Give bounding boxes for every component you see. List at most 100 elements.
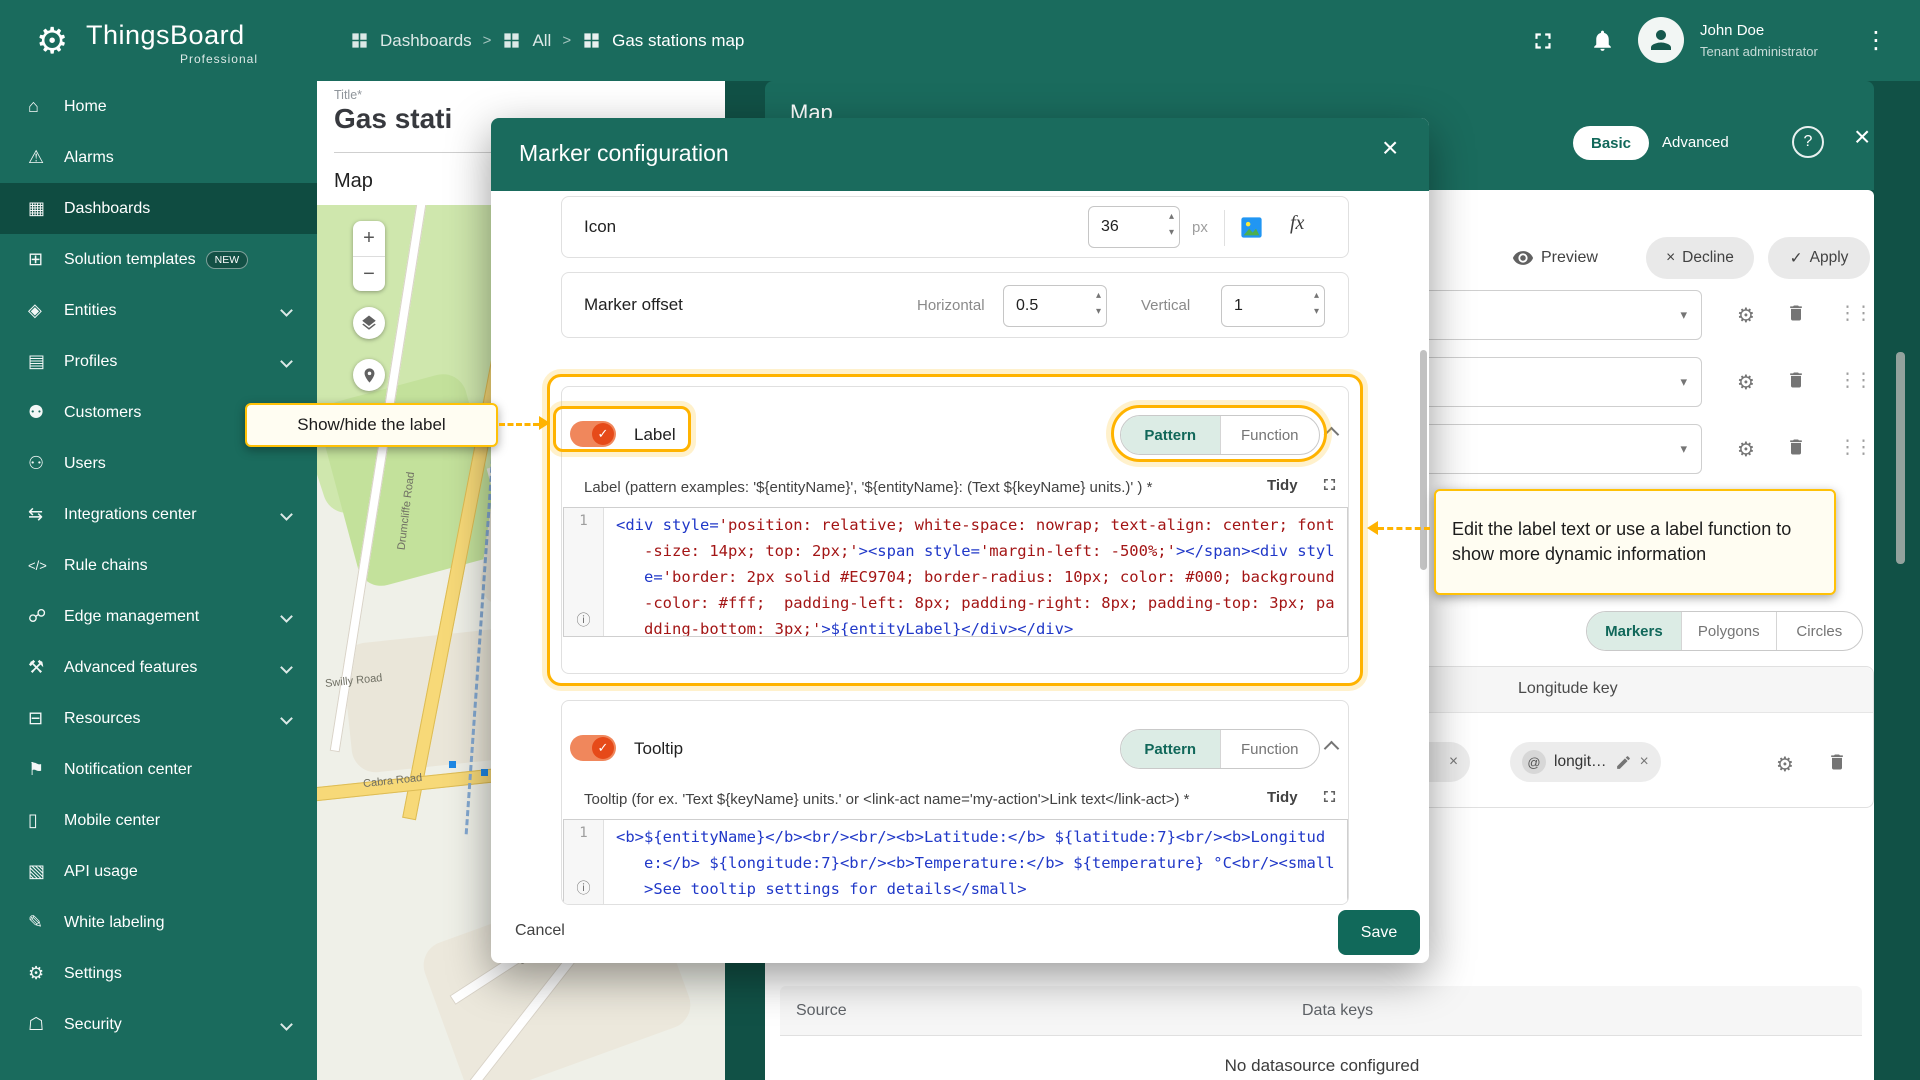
tooltip-function-tab[interactable]: Function xyxy=(1220,730,1320,768)
label-pattern-tab[interactable]: Pattern xyxy=(1121,416,1220,454)
sidebar-item-dashboards[interactable]: ▦Dashboards xyxy=(0,183,317,234)
api-usage-chart-icon: ▧ xyxy=(28,861,64,882)
collapse-chevron-icon[interactable] xyxy=(1324,741,1340,757)
map-marker-handle[interactable] xyxy=(481,769,488,776)
data-key-chip[interactable]: @ longit… × xyxy=(1510,742,1661,782)
key-settings-gear-icon[interactable]: ⚙ xyxy=(1776,752,1794,777)
layer-settings-gear-icon[interactable]: ⚙ xyxy=(1737,370,1755,395)
sidebar-item-mobile-center[interactable]: ▯Mobile center xyxy=(0,795,317,846)
tab-markers[interactable]: Markers xyxy=(1587,612,1681,650)
kebab-menu-icon[interactable]: ⋮ xyxy=(1864,26,1888,55)
tooltip-pattern-tab[interactable]: Pattern xyxy=(1121,730,1220,768)
step-down-icon[interactable]: ▾ xyxy=(1169,228,1174,244)
customers-icon: ⚉ xyxy=(28,402,64,423)
sidebar-item-settings[interactable]: ⚙Settings xyxy=(0,948,317,999)
sidebar-item-integrations-center[interactable]: ⇆Integrations center xyxy=(0,489,317,540)
icon-size-stepper[interactable]: ▴▾ xyxy=(1169,212,1174,244)
sidebar-item-alarms[interactable]: ⚠Alarms xyxy=(0,132,317,183)
sidebar-item-entities[interactable]: ◈Entities xyxy=(0,285,317,336)
sidebar-item-solution-templates[interactable]: ⊞Solution templatesNEW xyxy=(0,234,317,285)
layer-settings-gear-icon[interactable]: ⚙ xyxy=(1737,437,1755,462)
icon-function-button[interactable]: fx xyxy=(1290,212,1304,235)
icon-gallery-button[interactable] xyxy=(1238,214,1265,241)
collapse-chevron-icon[interactable] xyxy=(1324,427,1340,443)
layer-settings-gear-icon[interactable]: ⚙ xyxy=(1737,303,1755,328)
preview-button[interactable]: Preview xyxy=(1512,247,1598,269)
dashboards-grid-icon: ▦ xyxy=(28,198,64,219)
vertical-offset-input[interactable]: 1 ▴▾ xyxy=(1221,285,1325,327)
data-key-label: longit… xyxy=(1554,753,1607,771)
drag-handle-icon[interactable]: ⋮⋮ xyxy=(1838,436,1870,459)
tooltip-tidy-button[interactable]: Tidy xyxy=(1267,789,1298,806)
modal-close-icon[interactable]: × xyxy=(1382,132,1398,164)
label-editor-fullscreen-icon[interactable] xyxy=(1320,475,1339,494)
remove-key-icon[interactable]: × xyxy=(1449,753,1458,771)
tooltip-code-content[interactable]: <b>${entityName}</b><br/><br/><b>Latitud… xyxy=(604,820,1347,904)
step-up-icon[interactable]: ▴ xyxy=(1314,291,1319,307)
map-marker-handle[interactable] xyxy=(449,761,456,768)
fullscreen-icon[interactable] xyxy=(1530,28,1556,54)
key-delete-icon[interactable] xyxy=(1827,752,1847,772)
vertical-offset-stepper[interactable]: ▴▾ xyxy=(1314,291,1319,323)
sidebar-item-edge-management[interactable]: ☍Edge management xyxy=(0,591,317,642)
step-down-icon[interactable]: ▾ xyxy=(1096,307,1101,323)
sidebar-item-label: Notification center xyxy=(64,761,192,779)
label-tidy-button[interactable]: Tidy xyxy=(1267,477,1298,494)
horizontal-offset-input[interactable]: 0.5 ▴▾ xyxy=(1003,285,1107,327)
step-up-icon[interactable]: ▴ xyxy=(1169,212,1174,228)
sidebar-item-profiles[interactable]: ▤Profiles xyxy=(0,336,317,387)
sidebar-item-security[interactable]: ☖Security xyxy=(0,999,317,1050)
tooltip-code-editor[interactable]: 1 ⓘ <b>${entityName}</b><br/><br/><b>Lat… xyxy=(563,819,1348,905)
map-location-button[interactable] xyxy=(353,359,385,391)
sidebar-item-advanced-features[interactable]: ⚒Advanced features xyxy=(0,642,317,693)
decline-button[interactable]: ×Decline xyxy=(1646,237,1754,279)
editor-info-icon[interactable]: ⓘ xyxy=(564,878,603,898)
label-pattern-function-toggle: Pattern Function xyxy=(1120,415,1320,455)
step-down-icon[interactable]: ▾ xyxy=(1314,307,1319,323)
layer-delete-icon[interactable] xyxy=(1786,437,1806,457)
tab-circles[interactable]: Circles xyxy=(1776,612,1862,650)
sidebar-item-white-labeling[interactable]: ✎White labeling xyxy=(0,897,317,948)
label-function-tab[interactable]: Function xyxy=(1220,416,1320,454)
user-avatar[interactable] xyxy=(1638,17,1684,63)
apply-button[interactable]: ✓Apply xyxy=(1768,237,1870,279)
tab-polygons[interactable]: Polygons xyxy=(1681,612,1776,650)
layer-delete-icon[interactable] xyxy=(1786,303,1806,323)
cancel-button[interactable]: Cancel xyxy=(515,922,565,940)
breadcrumb-dashboards[interactable]: Dashboards xyxy=(380,31,472,51)
sidebar-item-home[interactable]: ⌂Home xyxy=(0,81,317,132)
icon-size-input[interactable]: 36 ▴▾ xyxy=(1088,206,1180,248)
sidebar-item-notification-center[interactable]: ⚑Notification center xyxy=(0,744,317,795)
breadcrumb-all[interactable]: All xyxy=(532,31,551,51)
tooltip-toggle[interactable]: ✓ xyxy=(570,735,616,761)
save-button[interactable]: Save xyxy=(1338,910,1420,955)
layer-delete-icon[interactable] xyxy=(1786,370,1806,390)
map-layers-button[interactable] xyxy=(353,307,385,339)
basic-mode-tab[interactable]: Basic xyxy=(1573,126,1649,160)
label-code-editor[interactable]: 1 ⓘ <div style='position: relative; whit… xyxy=(563,507,1348,637)
tooltip-editor-fullscreen-icon[interactable] xyxy=(1320,787,1339,806)
modal-scrollbar[interactable] xyxy=(1420,350,1427,570)
editor-info-icon[interactable]: ⓘ xyxy=(564,610,603,630)
zoom-in-button[interactable]: + xyxy=(353,221,385,257)
advanced-mode-tab[interactable]: Advanced xyxy=(1662,134,1729,151)
drag-handle-icon[interactable]: ⋮⋮ xyxy=(1838,369,1870,392)
zoom-out-button[interactable]: − xyxy=(353,257,385,292)
drag-handle-icon[interactable]: ⋮⋮ xyxy=(1838,302,1870,325)
page-scrollbar[interactable] xyxy=(1896,352,1905,564)
horizontal-offset-stepper[interactable]: ▴▾ xyxy=(1096,291,1101,323)
sidebar-item-rule-chains[interactable]: </>Rule chains xyxy=(0,540,317,591)
dashboard-title-input[interactable]: Gas stati xyxy=(334,103,452,135)
tooltip-section: ✓ Tooltip Pattern Function Tooltip (for … xyxy=(561,700,1349,905)
notifications-bell-icon[interactable] xyxy=(1590,28,1615,53)
step-up-icon[interactable]: ▴ xyxy=(1096,291,1101,307)
map-zoom-control[interactable]: + − xyxy=(353,221,385,291)
label-toggle[interactable]: ✓ xyxy=(570,421,616,447)
config-close-icon[interactable]: × xyxy=(1854,121,1870,153)
edit-key-pencil-icon[interactable] xyxy=(1615,754,1632,771)
sidebar-item-resources[interactable]: ⊟Resources xyxy=(0,693,317,744)
label-code-content[interactable]: <div style='position: relative; white-sp… xyxy=(604,508,1347,636)
sidebar-item-api-usage[interactable]: ▧API usage xyxy=(0,846,317,897)
help-button[interactable]: ? xyxy=(1792,126,1824,158)
remove-key-icon[interactable]: × xyxy=(1640,753,1649,771)
